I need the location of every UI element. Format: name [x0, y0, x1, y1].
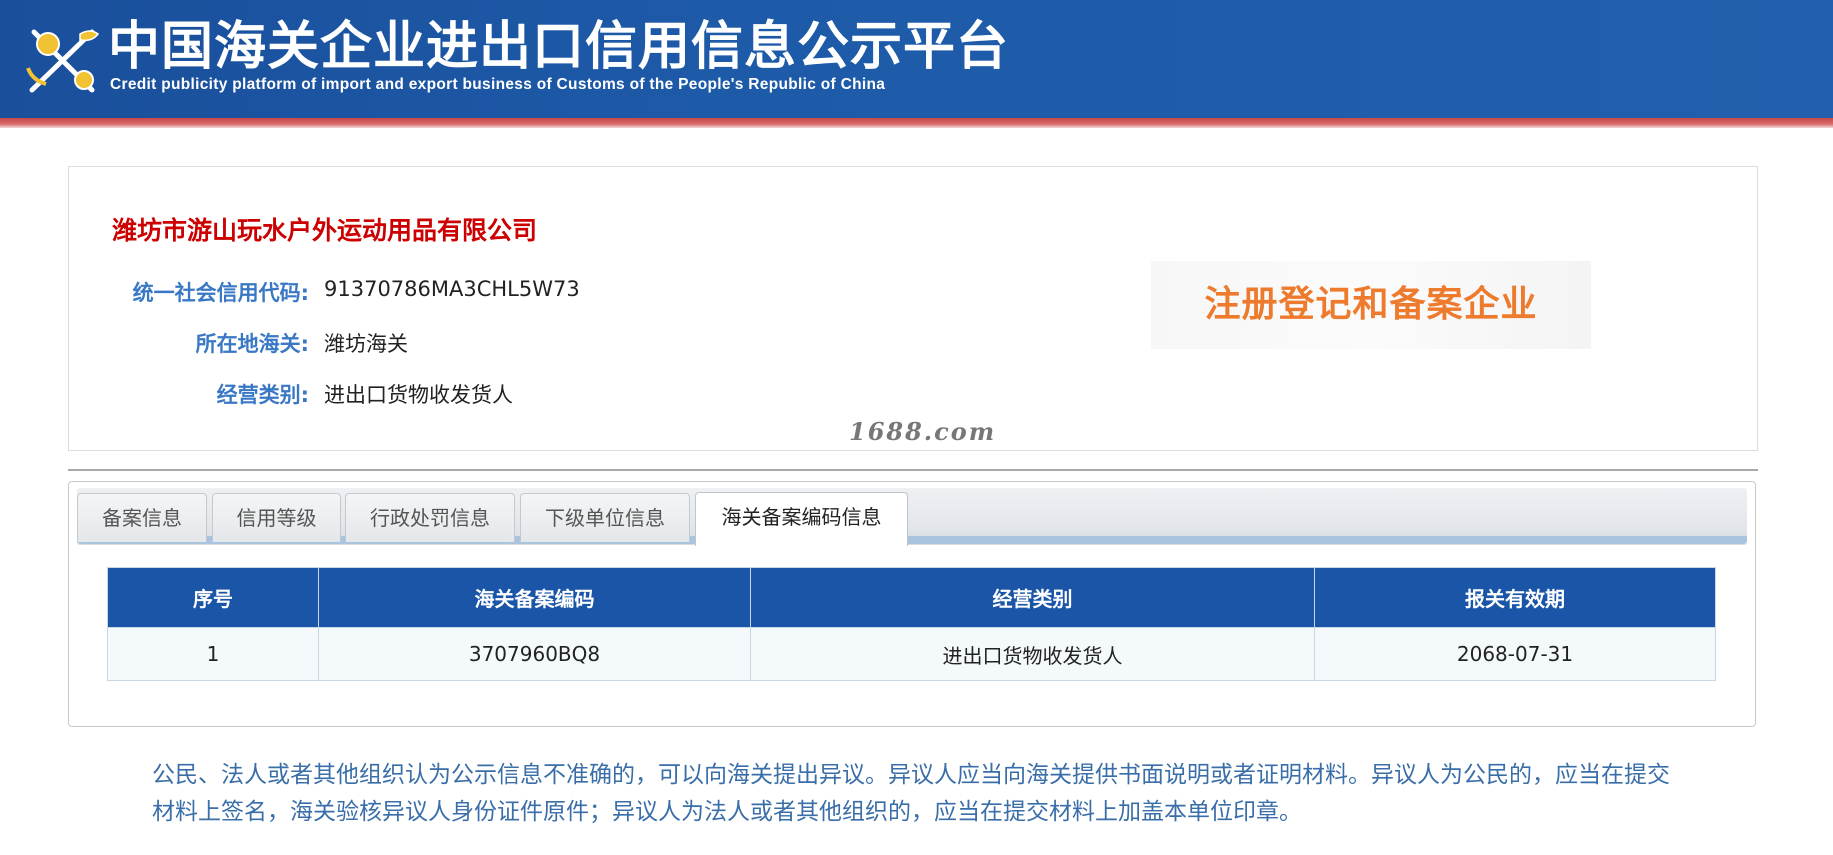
tab-credit-rating[interactable]: 信用等级: [212, 493, 341, 542]
cell-business-type: 进出口货物收发货人: [750, 627, 1315, 681]
cell-index: 1: [107, 627, 319, 681]
watermark: 1688.com: [849, 417, 997, 446]
company-name: 潍坊市游山玩水户外运动用品有限公司: [112, 216, 538, 245]
header-accent-line: [0, 118, 1833, 128]
tab-customs-filing-code[interactable]: 海关备案编码信息: [695, 492, 908, 546]
site-subtitle: Credit publicity platform of import and …: [110, 76, 886, 93]
column-header-index: 序号: [107, 567, 319, 628]
column-header-business-type: 经营类别: [750, 567, 1315, 628]
registration-status-text: 注册登记和备案企业: [1204, 284, 1538, 325]
business-type-label: 经营类别:: [216, 383, 309, 407]
cell-validity-date: 2068-07-31: [1314, 627, 1716, 681]
company-info-card: 潍坊市游山玩水户外运动用品有限公司 统一社会信用代码: 91370786MA3C…: [68, 166, 1758, 451]
business-type-value: 进出口货物收发货人: [324, 383, 513, 407]
customs-office-value: 潍坊海关: [324, 332, 408, 356]
customs-code-table: 序号 海关备案编码 经营类别 报关有效期 1 3707960BQ8 进出口货物收…: [107, 567, 1716, 681]
column-header-validity: 报关有效期: [1314, 567, 1716, 628]
credit-code-label: 统一社会信用代码:: [132, 281, 309, 305]
table-header-row: 序号 海关备案编码 经营类别 报关有效期: [107, 567, 1716, 628]
objection-notice: 公民、法人或者其他组织认为公示信息不准确的，可以向海关提出异议。异议人应当向海关…: [152, 762, 1670, 825]
tab-filing-info[interactable]: 备案信息: [77, 493, 207, 542]
tab-administrative-penalty[interactable]: 行政处罚信息: [345, 493, 515, 542]
cell-customs-code: 3707960BQ8: [318, 627, 751, 681]
credit-code-value: 91370786MA3CHL5W73: [324, 277, 580, 301]
table-row: 1 3707960BQ8 进出口货物收发货人 2068-07-31: [107, 627, 1716, 681]
tab-subordinate-units[interactable]: 下级单位信息: [520, 493, 690, 542]
site-title: 中国海关企业进出口信用信息公示平台: [108, 17, 1010, 77]
column-header-customs-code: 海关备案编码: [318, 567, 751, 628]
customs-emblem-icon: [20, 20, 120, 100]
site-header: 中国海关企业进出口信用信息公示平台 Credit publicity platf…: [0, 0, 1833, 118]
customs-office-label: 所在地海关:: [195, 332, 309, 356]
tabs-panel: 备案信息 信用等级 行政处罚信息 下级单位信息 海关备案编码信息 序号 海关备案…: [68, 481, 1756, 727]
registration-status-badge: 注册登记和备案企业: [1151, 261, 1591, 349]
section-divider: [68, 469, 1758, 471]
